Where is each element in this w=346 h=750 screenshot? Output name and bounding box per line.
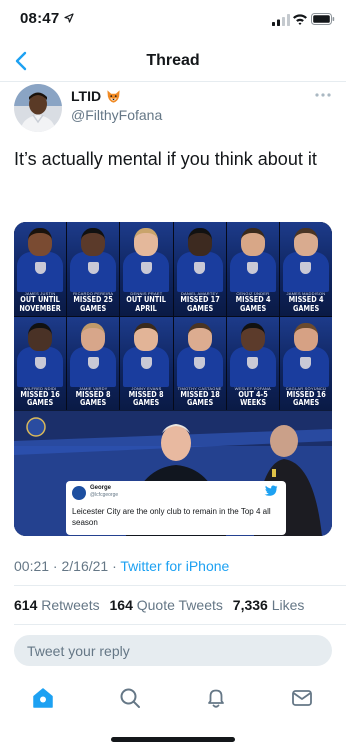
club-crest-icon [194,356,206,369]
player-status: MISSED 4 GAMES [235,295,271,313]
tab-bar [0,680,346,720]
club-crest-icon [300,356,312,369]
player-status: MISSED 8 GAMES [75,389,111,407]
player-status: MISSED 4 GAMES [288,295,324,313]
retweets-count: 614 [14,597,38,613]
home-icon [33,688,53,708]
player-card: JAMES MADDISON MISSED 4 GAMES [279,222,332,316]
player-photo [293,322,318,351]
author-row[interactable]: LTID [71,88,121,104]
engagement-stats: 614 Retweets 164 Quote Tweets 7,336 Like… [14,597,310,613]
display-name[interactable]: LTID [71,88,101,104]
source-link[interactable]: Twitter for iPhone [120,558,229,574]
player-card: JAMIE VARDY MISSED 8 GAMES [67,316,120,410]
player-status: OUT 4-5 WEEKS [237,389,268,407]
wifi-icon [293,14,307,25]
player-card: WESLEY FOFANA OUT 4-5 WEEKS [226,316,279,410]
player-photo [134,322,159,351]
club-crest-icon [34,356,46,369]
player-photo [28,322,53,351]
player-card: CAGLAR SÖYÜNCÜ MISSED 16 GAMES [279,316,332,410]
club-crest-icon [87,356,99,369]
retweets-label: Retweets [41,597,100,613]
divider [14,624,346,625]
location-arrow-icon [64,13,74,23]
avatar[interactable] [14,84,62,132]
player-photo [240,322,265,351]
likes-stat[interactable]: 7,336 Likes [233,597,305,613]
embedded-text: Leicester City are the only club to rema… [72,507,271,527]
player-status: MISSED 25 GAMES [73,295,113,313]
player-photo [240,228,265,256]
tab-notifications[interactable] [202,684,230,712]
user-handle[interactable]: @FilthyFofana [71,107,162,123]
player-photo [28,228,53,256]
manager-photo: George @lcfcgeorge Leicester City are th… [14,411,332,536]
embedded-handle: @lcfcgeorge [90,492,119,498]
player-photo [293,228,318,256]
signal-icon [272,14,290,26]
reply-placeholder: Tweet your reply [27,643,130,659]
player-status: MISSED 16 GAMES [286,389,326,407]
nav-bar: Thread [0,40,346,82]
reply-input[interactable]: Tweet your reply [14,635,332,666]
player-status: MISSED 8 GAMES [128,389,164,407]
player-card: RICARDO PEREIRA MISSED 25 GAMES [67,222,120,316]
quotes-count: 164 [109,597,133,613]
search-icon [120,688,140,708]
fox-emoji-icon [107,89,120,103]
embedded-name: George [90,485,112,491]
page-title: Thread [146,52,200,69]
avatar-image [14,84,62,132]
club-crest-icon [247,356,259,369]
club-crest-icon [140,356,152,369]
player-card: JAMES JUSTIN OUT UNTIL NOVEMBER [14,222,67,316]
player-status: OUT UNTIL NOVEMBER [19,295,61,313]
retweets-stat[interactable]: 614 Retweets [14,597,100,613]
embedded-tweet-card: George @lcfcgeorge Leicester City are th… [66,481,286,535]
tweet-media[interactable]: JAMES JUSTIN OUT UNTIL NOVEMBER RICARDO PE… [14,222,332,536]
tweet-text: It’s actually mental if you think about … [14,149,317,169]
player-photo [187,228,212,256]
status-time: 08:47 [20,10,60,27]
home-indicator [111,737,235,742]
quotes-stat[interactable]: 164 Quote Tweets [110,597,223,613]
messages-envelope-icon [292,690,312,706]
club-crest-icon [247,262,259,274]
player-photo [81,322,106,351]
player-photo [81,228,106,256]
tab-home[interactable] [29,684,57,712]
battery-icon [311,13,335,25]
club-crest-icon [140,262,152,274]
club-crest-icon [34,262,46,274]
player-card: WILFRED NDIDI MISSED 16 GAMES [14,316,67,410]
player-card: DENNIS PRAET OUT UNTIL APRIL [120,222,173,316]
quotes-label: Quote Tweets [136,597,223,613]
tab-messages[interactable] [288,684,316,712]
injury-grid-image: JAMES JUSTIN OUT UNTIL NOVEMBER RICARDO PE… [14,222,332,410]
player-photo [187,322,212,351]
player-card: JONNY EVANS MISSED 8 GAMES [120,316,173,410]
club-crest-icon [87,262,99,274]
tweet-timestamp: 00:21 · 2/16/21 · Twitter for iPhone [14,558,229,574]
likes-label: Likes [271,597,305,613]
player-status: OUT UNTIL APRIL [126,295,167,313]
likes-count: 7,336 [232,597,268,613]
club-crest-icon [194,262,206,274]
tab-search[interactable] [116,684,144,712]
twitter-bird-icon [264,485,278,496]
timestamp-text: 00:21 · 2/16/21 · [14,558,121,574]
player-status: MISSED 17 GAMES [179,295,220,313]
player-card: TIMOTHY CASTAGNE MISSED 18 GAMES [173,316,226,410]
notifications-bell-icon [208,689,224,708]
divider [14,585,346,586]
player-card: CENGIZ ÜNDER MISSED 4 GAMES [226,222,279,316]
embedded-avatar [72,486,86,500]
player-status: MISSED 18 GAMES [179,389,220,407]
player-status: MISSED 16 GAMES [20,389,60,407]
player-photo [134,228,159,256]
player-card: DANIEL AMARTEY MISSED 17 GAMES [173,222,226,316]
more-dots-icon[interactable] [313,90,333,100]
status-bar: 08:47 [0,0,346,40]
